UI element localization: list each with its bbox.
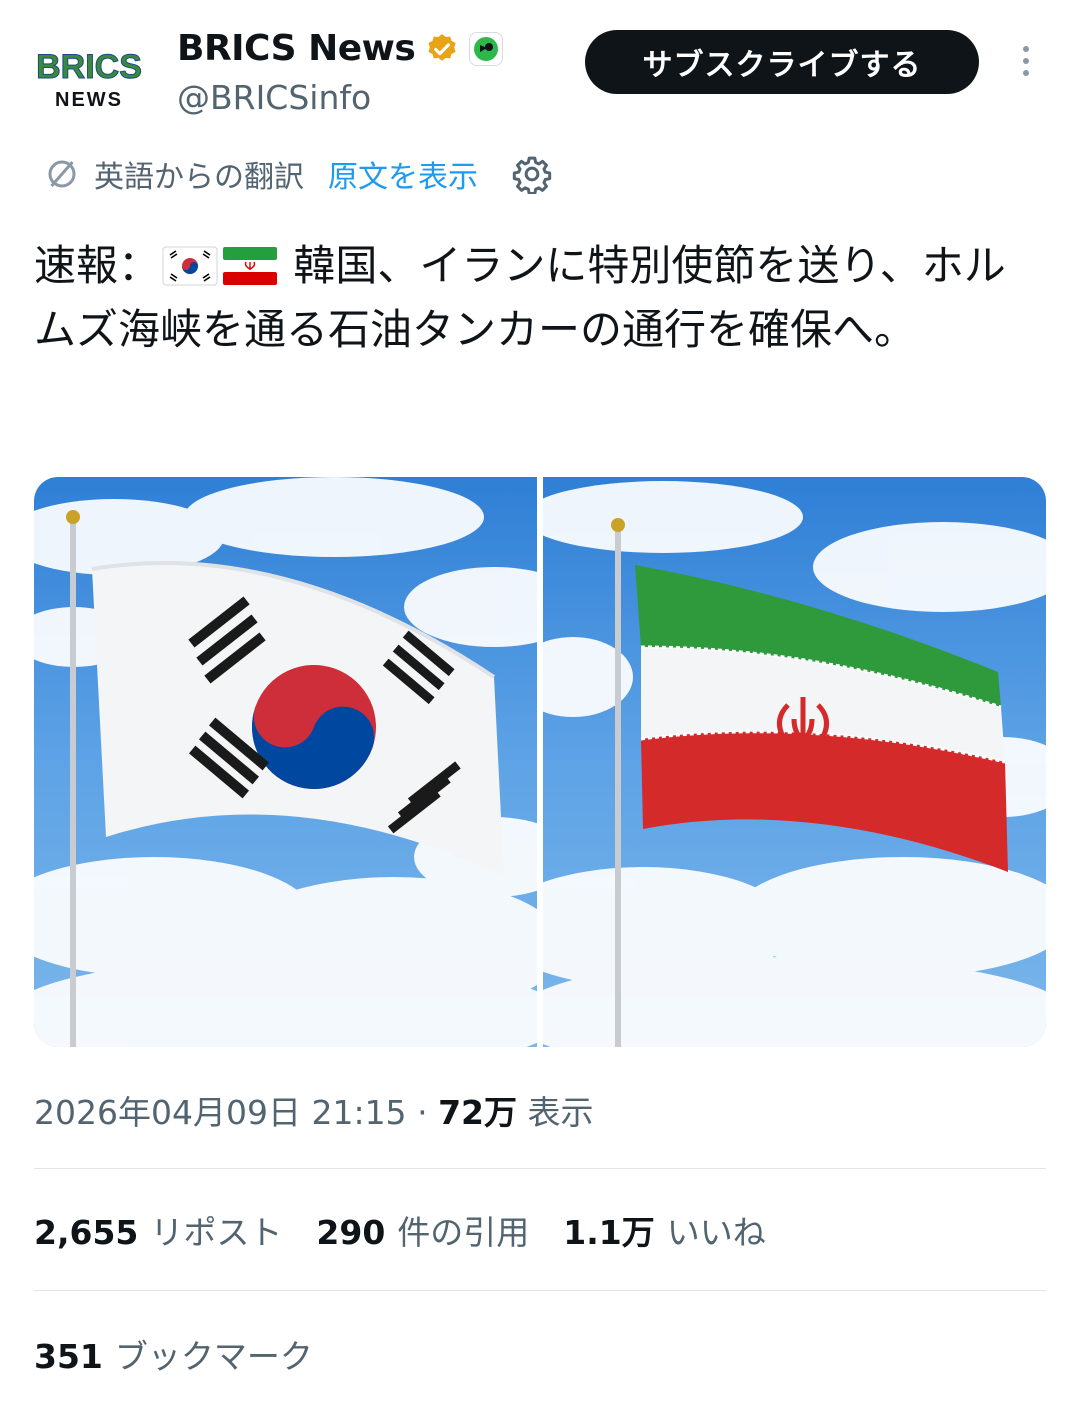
- tweet-text: 速報： 韓国、イランに特別使節を送り、ホルムズ海峡を通る石油タンカーの通行を確保…: [34, 234, 1044, 362]
- translation-label: 英語からの翻訳: [94, 160, 304, 195]
- iran-flag-icon: [223, 247, 278, 285]
- media-image-south-korea-flag[interactable]: [34, 477, 537, 1047]
- reposts-label: リポスト: [150, 1213, 283, 1252]
- reposts-stat[interactable]: 2,655 リポスト: [34, 1206, 282, 1254]
- tweet-media: [34, 477, 1046, 1047]
- tweet-prefix: 速報：: [34, 241, 161, 290]
- svg-text:NEWS: NEWS: [55, 89, 123, 110]
- brics-news-logo[interactable]: BRICS NEWS: [34, 40, 144, 111]
- engagement-stats: 2,655 リポスト 290 件の引用 1.1万 いいね: [34, 1206, 800, 1254]
- affiliate-icon[interactable]: [469, 31, 504, 66]
- likes-count: 1.1万: [563, 1213, 655, 1252]
- meta-separator: ·: [417, 1093, 428, 1132]
- subscribe-button[interactable]: サブスクライブする: [585, 30, 979, 94]
- views-count: 72万: [438, 1093, 517, 1132]
- translate-icon: [48, 160, 76, 188]
- south-korea-flag-icon: [162, 246, 218, 286]
- show-original-link[interactable]: 原文を表示: [328, 152, 478, 196]
- translation-row: 英語からの翻訳 原文を表示: [44, 150, 552, 198]
- bookmarks-stat[interactable]: 351 ブックマーク: [34, 1330, 313, 1378]
- svg-text:BRICS: BRICS: [36, 48, 142, 86]
- bookmarks-label: ブックマーク: [114, 1337, 313, 1376]
- divider: [34, 1168, 1046, 1169]
- reposts-count: 2,655: [34, 1213, 139, 1252]
- author-name[interactable]: BRICS News: [177, 28, 416, 69]
- views-label: 表示: [527, 1093, 594, 1132]
- divider: [34, 1290, 1046, 1291]
- author-handle[interactable]: @BRICSinfo: [177, 78, 371, 117]
- likes-stat[interactable]: 1.1万 いいね: [563, 1206, 765, 1254]
- tweet-meta: 2026年04月09日 21:15 · 72万 表示: [34, 1086, 594, 1134]
- quotes-count: 290: [316, 1213, 386, 1252]
- verified-badge-icon[interactable]: [425, 32, 459, 66]
- quotes-label: 件の引用: [397, 1213, 530, 1252]
- media-image-iran-flag[interactable]: [543, 477, 1046, 1047]
- gear-icon[interactable]: [512, 154, 552, 194]
- bookmarks-count: 351: [34, 1337, 103, 1376]
- tweet-header: BRICS NEWS BRICS News @BRICSinfo サブスクライブ…: [34, 24, 1054, 124]
- more-options-icon[interactable]: [1014, 42, 1038, 82]
- quotes-stat[interactable]: 290 件の引用: [316, 1206, 529, 1254]
- tweet-timestamp[interactable]: 2026年04月09日 21:15: [34, 1093, 407, 1132]
- author-name-row: BRICS News: [177, 28, 504, 69]
- likes-label: いいね: [666, 1213, 766, 1252]
